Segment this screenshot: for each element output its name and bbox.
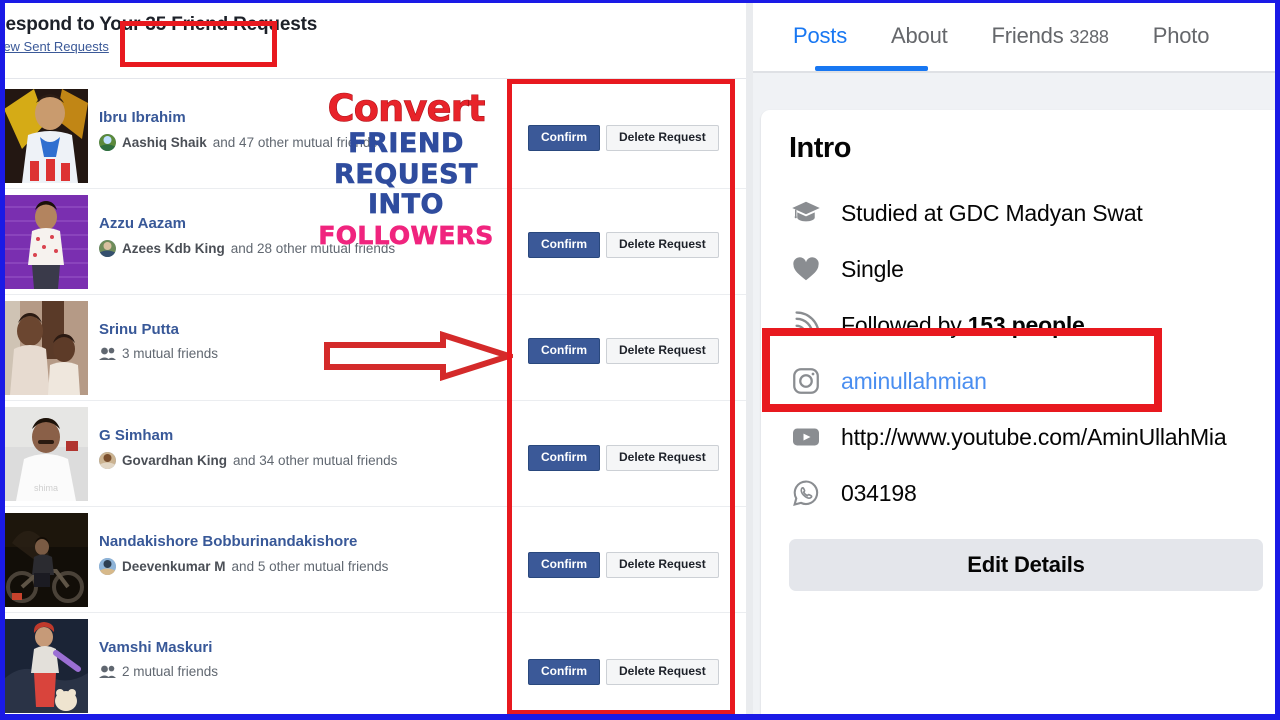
graduation-cap-icon — [789, 196, 823, 230]
tab-friends-count: 3288 — [1069, 27, 1109, 47]
svg-text:shima: shima — [34, 483, 58, 493]
avatar[interactable] — [5, 619, 88, 713]
rss-icon — [789, 308, 823, 342]
avatar[interactable] — [5, 513, 88, 607]
mutual-friend-name: Aashiq Shaik — [122, 135, 207, 150]
delete-request-button[interactable]: Delete Request — [606, 659, 719, 685]
tabbar-divider — [753, 71, 1275, 73]
video-frame: Respond to Your 35 Friend Requests View … — [0, 0, 1280, 720]
mutual-friend-rest: and 5 other mutual friends — [231, 559, 389, 574]
request-actions: Confirm Delete Request — [528, 232, 719, 258]
page-title-highlight: 35 Friend Requests — [145, 14, 318, 35]
request-name[interactable]: Azzu Aazam — [99, 215, 719, 233]
request-actions: Confirm Delete Request — [528, 338, 719, 364]
request-name[interactable]: Srinu Putta — [99, 321, 719, 339]
intro-whatsapp-number: 034198 — [841, 479, 917, 506]
intro-row-instagram: aminullahmian — [789, 353, 1275, 409]
mutual-friend-avatar — [99, 452, 116, 469]
intro-row-relationship: Single — [789, 241, 1275, 297]
friends-group-icon — [99, 665, 116, 679]
mutual-friend-rest: and 47 other mutual friends — [212, 135, 378, 150]
friend-requests-panel: Respond to Your 35 Friend Requests View … — [4, 3, 749, 714]
tab-friends-label: Friends — [991, 23, 1064, 48]
confirm-button[interactable]: Confirm — [528, 659, 600, 685]
mutual-friend-name: Deevenkumar M — [122, 559, 226, 574]
heart-icon — [789, 252, 823, 286]
confirm-button[interactable]: Confirm — [528, 445, 600, 471]
tab-photos-label: Photo — [1152, 23, 1210, 48]
mutual-friend-rest: and 28 other mutual friends — [230, 241, 396, 256]
page-title: Respond to Your 35 Friend Requests — [4, 14, 749, 36]
confirm-button[interactable]: Confirm — [528, 552, 600, 578]
profile-panel: Posts About Friends 3288 Photo Intro Stu… — [753, 3, 1275, 714]
intro-followers-prefix: Followed by — [841, 311, 968, 338]
tab-posts-label: Posts — [793, 23, 848, 48]
avatar[interactable] — [5, 301, 88, 395]
whatsapp-icon — [789, 476, 823, 510]
confirm-button[interactable]: Confirm — [528, 338, 600, 364]
confirm-button[interactable]: Confirm — [528, 232, 600, 258]
intro-row-whatsapp: 034198 — [789, 465, 1275, 521]
tab-posts[interactable]: Posts — [771, 23, 869, 49]
page-title-prefix: Respond to Your — [4, 14, 141, 35]
request-actions: Confirm Delete Request — [528, 445, 719, 471]
request-name[interactable]: Vamshi Maskuri — [99, 639, 719, 657]
avatar[interactable]: shima — [5, 407, 88, 501]
intro-followers-count: 153 people — [967, 311, 1085, 338]
mutual-friend-avatar — [99, 558, 116, 575]
instagram-icon — [789, 364, 823, 398]
youtube-icon — [789, 420, 823, 454]
intro-card: Intro Studied at GDC Madyan Swat Single … — [761, 110, 1275, 714]
intro-youtube-url[interactable]: http://www.youtube.com/AminUllahMia — [841, 424, 1227, 451]
intro-education-text: Studied at GDC Madyan Swat — [841, 199, 1143, 226]
request-actions: Confirm Delete Request — [528, 125, 719, 151]
intro-title: Intro — [789, 132, 851, 164]
request-list: Ibru Ibrahim Aashiq Shaik and 47 other m… — [5, 83, 749, 714]
request-name[interactable]: G Simham — [99, 427, 719, 445]
tab-about-label: About — [891, 23, 948, 48]
tab-about[interactable]: About — [869, 23, 970, 49]
delete-request-button[interactable]: Delete Request — [606, 338, 719, 364]
request-name[interactable]: Nandakishore Bobburinandakishore — [99, 533, 719, 551]
mutual-friend-avatar — [99, 134, 116, 151]
intro-row-followers: Followed by 153 people — [789, 297, 1275, 353]
mutual-friend-rest: 3 mutual friends — [122, 346, 219, 361]
header-divider — [5, 78, 749, 79]
tab-photos[interactable]: Photo — [1131, 23, 1232, 49]
confirm-button[interactable]: Confirm — [528, 125, 600, 151]
profile-tabbar: Posts About Friends 3288 Photo — [753, 3, 1275, 72]
friends-group-icon — [99, 347, 116, 361]
intro-row-youtube: http://www.youtube.com/AminUllahMia — [789, 409, 1275, 465]
intro-followers-text: Followed by 153 people — [841, 312, 1085, 339]
delete-request-button[interactable]: Delete Request — [606, 125, 719, 151]
delete-request-button[interactable]: Delete Request — [606, 445, 719, 471]
mutual-friend-name: Govardhan King — [122, 453, 228, 468]
intro-instagram-handle[interactable]: aminullahmian — [841, 368, 987, 395]
request-actions: Confirm Delete Request — [528, 659, 719, 685]
avatar[interactable] — [5, 195, 88, 289]
delete-request-button[interactable]: Delete Request — [606, 232, 719, 258]
avatar[interactable] — [5, 89, 88, 183]
mutual-friend-avatar — [99, 240, 116, 257]
intro-relationship-text: Single — [841, 255, 904, 282]
mutual-friend-name: Azees Kdb King — [122, 241, 225, 256]
delete-request-button[interactable]: Delete Request — [606, 552, 719, 578]
view-sent-requests-link[interactable]: View Sent Requests — [5, 39, 749, 54]
request-actions: Confirm Delete Request — [528, 552, 719, 578]
edit-details-button[interactable]: Edit Details — [789, 539, 1263, 591]
mutual-friend-rest: 2 mutual friends — [122, 664, 219, 679]
mutual-friend-rest: and 34 other mutual friends — [233, 453, 398, 468]
requests-header: Respond to Your 35 Friend Requests View … — [4, 14, 749, 54]
tab-friends[interactable]: Friends 3288 — [970, 23, 1131, 49]
intro-row-education: Studied at GDC Madyan Swat — [789, 185, 1275, 241]
